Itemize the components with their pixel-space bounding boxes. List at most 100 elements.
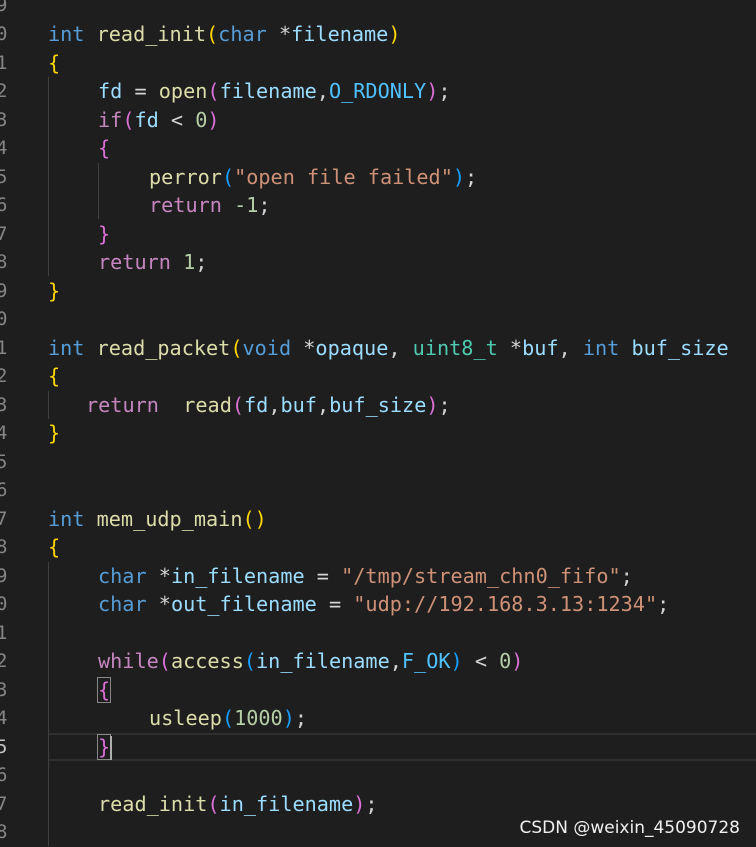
line-number: 6 [0, 194, 8, 216]
code-line[interactable]: { [96, 676, 112, 705]
punctuation: ) [452, 165, 466, 189]
keyword: if [98, 108, 123, 132]
punctuation: * [509, 336, 523, 360]
code-line[interactable]: int read_init(char *filename) [48, 20, 401, 49]
punctuation: ) [282, 706, 295, 730]
punctuation: ) [353, 792, 366, 816]
code-line[interactable]: read_init(in_filename); [98, 790, 378, 819]
line-number: 6 [0, 764, 8, 786]
punctuation: ; [294, 706, 308, 730]
punctuation: ; [657, 592, 670, 616]
constant: O_RDONLY [328, 79, 427, 103]
code-line[interactable]: int read_packet(void *opaque, uint8_t *b… [48, 334, 729, 363]
function-name: usleep [149, 706, 222, 730]
line-number: 3 [0, 109, 8, 131]
punctuation: ( [230, 336, 243, 360]
line-number: 3 [0, 679, 8, 701]
line-number: 1 [0, 622, 8, 644]
punctuation: = [316, 592, 354, 616]
punctuation: , [316, 79, 329, 103]
keyword: while [98, 649, 159, 673]
punctuation: ( [221, 165, 235, 189]
identifier: filename [219, 79, 317, 103]
punctuation: ( [122, 108, 135, 132]
punctuation: , [268, 393, 281, 417]
keyword: int [48, 22, 85, 46]
keyword: return [86, 393, 159, 417]
function-name: access [170, 649, 244, 673]
code-line[interactable]: { [48, 362, 60, 391]
code-line[interactable]: return read(fd,buf,buf_size); [86, 391, 451, 420]
number-literal: 0 [499, 649, 512, 673]
code-line[interactable]: char *out_filename = "udp://192.168.3.13… [98, 590, 669, 619]
keyword: char [218, 22, 267, 46]
line-number-gutter: 9 0 1 2 3 4 5 6 7 8 9 0 1 2 3 4 5 6 7 8 … [0, 0, 20, 846]
keyword: char [98, 564, 147, 588]
matched-bracket: { [96, 677, 112, 703]
line-number: 8 [0, 821, 8, 843]
code-editor[interactable]: 9 0 1 2 3 4 5 6 7 8 9 0 1 2 3 4 5 6 7 8 … [0, 0, 756, 846]
punctuation: ) [426, 393, 439, 417]
punctuation: ; [365, 792, 378, 816]
punctuation: * [303, 336, 316, 360]
code-line[interactable]: } [48, 277, 60, 306]
line-number: 6 [0, 479, 8, 501]
punctuation: ) [450, 649, 463, 673]
keyword: int [48, 507, 85, 531]
code-line[interactable]: fd = open(filename,O_RDONLY); [98, 77, 451, 106]
punctuation: ( [207, 79, 220, 103]
function-name: perror [149, 165, 222, 189]
code-line[interactable]: if(fd < 0) [98, 106, 220, 135]
line-number: 4 [0, 707, 8, 729]
line-number: 5 [0, 451, 8, 473]
line-number: 2 [0, 650, 8, 672]
active-line-number: 5 [0, 736, 8, 758]
code-line[interactable]: } [96, 733, 112, 762]
punctuation: ) [511, 649, 524, 673]
line-number: 7 [0, 223, 8, 245]
punctuation: } [48, 421, 61, 445]
punctuation: ( [221, 706, 235, 730]
code-line[interactable]: return -1; [149, 191, 271, 220]
punctuation: } [98, 222, 111, 246]
code-line[interactable]: { [48, 49, 60, 78]
identifier: in_filename [170, 564, 305, 588]
line-number: 4 [0, 422, 8, 444]
function-name: read_init [96, 22, 207, 46]
code-line[interactable]: char *in_filename = "/tmp/stream_chn0_fi… [98, 562, 633, 591]
code-line[interactable]: } [98, 220, 110, 249]
code-line[interactable]: return 1; [98, 248, 207, 277]
code-line[interactable]: perror("open file failed"); [149, 163, 477, 192]
keyword: int [582, 336, 620, 360]
matched-bracket: } [96, 734, 112, 760]
function-name: open [158, 79, 208, 103]
punctuation: ; [195, 250, 208, 274]
code-line[interactable]: } [48, 419, 60, 448]
function-name: read_packet [96, 336, 231, 360]
punctuation: ; [620, 564, 633, 588]
punctuation: < [158, 108, 196, 132]
code-line[interactable]: while(access(in_filename,F_OK) < 0) [98, 647, 523, 676]
identifier: in_filename [256, 649, 390, 673]
line-number: 0 [0, 23, 8, 45]
code-line[interactable]: { [48, 533, 60, 562]
punctuation: = [304, 564, 342, 588]
identifier: buf_size [631, 336, 729, 360]
line-number: 5 [0, 166, 8, 188]
code-line[interactable]: int mem_udp_main() [48, 505, 267, 534]
code-line[interactable]: { [98, 134, 110, 163]
line-number: 8 [0, 251, 8, 273]
punctuation: { [48, 51, 61, 75]
line-number: 4 [0, 137, 8, 159]
punctuation: = [122, 79, 159, 103]
code-line[interactable]: usleep(1000); [149, 704, 307, 733]
punctuation: , [558, 336, 583, 360]
string-literal: "open file failed" [234, 165, 453, 189]
number-literal: 0 [195, 108, 208, 132]
punctuation: ; [465, 165, 478, 189]
line-number: 7 [0, 508, 8, 530]
identifier: fd [98, 79, 123, 103]
keyword: char [98, 592, 147, 616]
line-number: 9 [0, 0, 8, 16]
number-literal: -1 [234, 193, 259, 217]
